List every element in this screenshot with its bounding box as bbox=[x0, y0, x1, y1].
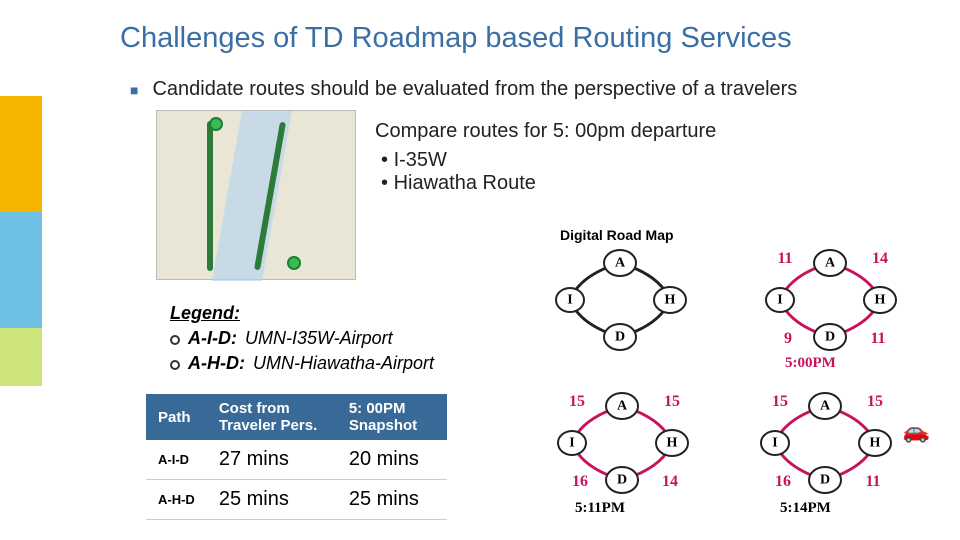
legend-val-1: UMN-Hiawatha-Airport bbox=[253, 353, 434, 374]
bullet-text: Candidate routes should be evaluated fro… bbox=[152, 78, 797, 101]
legend-val-0: UMN-I35W-Airport bbox=[245, 328, 393, 349]
bullet-main: ■ Candidate routes should be evaluated f… bbox=[130, 78, 797, 101]
accent-stripe bbox=[0, 96, 42, 386]
node-i: I bbox=[567, 293, 572, 308]
node-h: H bbox=[875, 293, 886, 308]
legend-row-1: A-H-D: UMN-Hiawatha-Airport bbox=[170, 353, 434, 374]
graph-514pm: A I H D 15 15 16 11 bbox=[735, 388, 895, 498]
legend-block: Legend: A-I-D: UMN-I35W-Airport A-H-D: U… bbox=[170, 303, 434, 374]
node-d: D bbox=[617, 473, 627, 488]
slide-title: Challenges of TD Roadmap based Routing S… bbox=[120, 22, 792, 55]
node-d: D bbox=[615, 330, 625, 345]
w-ai: 11 bbox=[777, 250, 792, 267]
car-icon: 🚗 bbox=[903, 418, 930, 444]
cell-cost-0: 27 mins bbox=[207, 440, 337, 480]
node-i: I bbox=[772, 436, 777, 451]
compare-item-0: I-35W bbox=[375, 149, 716, 172]
node-d: D bbox=[825, 330, 835, 345]
caption-511pm: 5:11PM bbox=[575, 500, 625, 517]
th-cost: Cost from Traveler Pers. bbox=[207, 394, 337, 440]
node-i: I bbox=[569, 436, 574, 451]
cost-table: Path Cost from Traveler Pers. 5: 00PM Sn… bbox=[146, 394, 447, 520]
legend-title: Legend: bbox=[170, 303, 434, 324]
bullet-circle-icon bbox=[170, 360, 180, 370]
node-a: A bbox=[615, 256, 626, 271]
w-hd: 11 bbox=[870, 330, 885, 347]
compare-heading: Compare routes for 5: 00pm departure bbox=[375, 120, 716, 143]
cell-path-0: A-I-D bbox=[146, 440, 207, 480]
w-ai: 15 bbox=[772, 393, 788, 410]
graph-511pm: A I H D 15 15 16 14 bbox=[532, 388, 692, 498]
th-path: Path bbox=[146, 394, 207, 440]
table-row: A-I-D 27 mins 20 mins bbox=[146, 440, 447, 480]
cell-snap-0: 20 mins bbox=[337, 440, 447, 480]
legend-key-1: A-H-D: bbox=[188, 353, 245, 374]
map-thumbnail bbox=[156, 110, 356, 280]
node-h: H bbox=[667, 436, 678, 451]
node-d: D bbox=[820, 473, 830, 488]
digital-road-map-label: Digital Road Map bbox=[560, 227, 674, 243]
node-a: A bbox=[617, 399, 628, 414]
compare-block: Compare routes for 5: 00pm departure I-3… bbox=[375, 120, 716, 195]
node-a: A bbox=[820, 399, 831, 414]
w-ah: 14 bbox=[872, 250, 888, 267]
bullet-icon: ■ bbox=[130, 82, 138, 98]
w-id: 9 bbox=[784, 330, 792, 347]
legend-key-0: A-I-D: bbox=[188, 328, 237, 349]
w-id: 16 bbox=[775, 473, 791, 490]
th-snap: 5: 00PM Snapshot bbox=[337, 394, 447, 440]
graph-digital-road-map: A I H D bbox=[540, 245, 700, 355]
node-i: I bbox=[777, 293, 782, 308]
cell-path-1: A-H-D bbox=[146, 480, 207, 520]
node-a: A bbox=[825, 256, 836, 271]
bullet-circle-icon bbox=[170, 335, 180, 345]
graph-500pm: A I H D 11 14 9 11 bbox=[740, 245, 900, 355]
w-ah: 15 bbox=[867, 393, 883, 410]
caption-514pm: 5:14PM bbox=[780, 500, 831, 517]
w-hd: 14 bbox=[662, 473, 678, 490]
legend-row-0: A-I-D: UMN-I35W-Airport bbox=[170, 328, 434, 349]
w-ai: 15 bbox=[569, 393, 585, 410]
w-hd: 11 bbox=[865, 473, 880, 490]
node-h: H bbox=[665, 293, 676, 308]
cell-snap-1: 25 mins bbox=[337, 480, 447, 520]
w-ah: 15 bbox=[664, 393, 680, 410]
w-id: 16 bbox=[572, 473, 588, 490]
table-row: A-H-D 25 mins 25 mins bbox=[146, 480, 447, 520]
cell-cost-1: 25 mins bbox=[207, 480, 337, 520]
node-h: H bbox=[870, 436, 881, 451]
table-header-row: Path Cost from Traveler Pers. 5: 00PM Sn… bbox=[146, 394, 447, 440]
compare-item-1: Hiawatha Route bbox=[375, 172, 716, 195]
caption-500pm: 5:00PM bbox=[785, 355, 836, 372]
